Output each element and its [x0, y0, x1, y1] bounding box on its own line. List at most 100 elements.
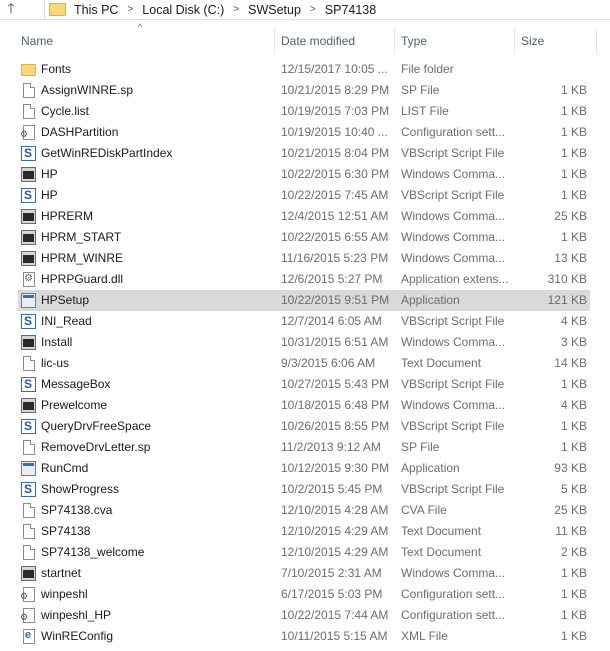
command-script-icon [21, 251, 36, 266]
address-bar: 🡑 This PC > Local Disk (C:) > SWSetup > … [0, 0, 610, 20]
file-type: LIST File [401, 104, 449, 118]
file-row[interactable]: HPRPGuard.dll 12/6/2015 5:27 PM Applicatio… [18, 269, 590, 290]
file-size: 1 KB [560, 230, 587, 244]
file-row[interactable]: QueryDrvFreeSpace 10/26/2015 8:55 PM VBScr… [18, 416, 590, 437]
file-row[interactable]: GetWinREDiskPartIndex 10/21/2015 8:04 PM V… [18, 143, 590, 164]
file-row[interactable]: SP74138 12/10/2015 4:29 AM Text Document 11… [18, 521, 590, 542]
file-row[interactable]: RunCmd 10/12/2015 9:30 PM Application 93 KB [18, 458, 590, 479]
file-type: Windows Comma... [401, 251, 506, 265]
file-size: 1 KB [560, 125, 587, 139]
file-row[interactable]: HPRM_START 10/22/2015 6:55 AM Windows Comm… [18, 227, 590, 248]
application-icon [21, 293, 36, 308]
chevron-right-icon[interactable]: > [127, 4, 133, 15]
file-size: 2 KB [560, 545, 587, 559]
file-name: MessageBox [41, 377, 111, 391]
vbscript-icon [21, 419, 36, 434]
folder-icon [21, 64, 36, 76]
file-type: Text Document [401, 356, 482, 370]
file-date-modified: 7/10/2015 2:31 AM [281, 566, 382, 580]
file-type: Text Document [401, 545, 482, 559]
file-row[interactable]: HP 10/22/2015 7:45 AM VBScript Script File… [18, 185, 590, 206]
file-date-modified: 10/21/2015 8:04 PM [281, 146, 390, 160]
column-header-size[interactable]: Size [515, 28, 595, 54]
document-icon [23, 524, 35, 539]
file-type: VBScript Script File [401, 482, 505, 496]
file-row[interactable]: SP74138.cva 12/10/2015 4:28 AM CVA File 25 … [18, 500, 590, 521]
file-date-modified: 12/6/2015 5:27 PM [281, 272, 383, 286]
column-header-type[interactable]: Type [395, 28, 513, 54]
file-type: SP File [401, 440, 440, 454]
address-box[interactable]: This PC > Local Disk (C:) > SWSetup > SP… [44, 0, 610, 19]
file-row[interactable]: Fonts 12/15/2017 10:05 ... File folder [18, 59, 590, 80]
file-row[interactable]: INI_Read 12/7/2014 6:05 AM VBScript Script… [18, 311, 590, 332]
file-row[interactable]: Cycle.list 10/19/2015 7:03 PM LIST File 1 K… [18, 101, 590, 122]
file-row[interactable]: MessageBox 10/27/2015 5:43 PM VBScript Scr… [18, 374, 590, 395]
file-name: RunCmd [41, 461, 89, 475]
file-date-modified: 10/21/2015 8:29 PM [281, 83, 390, 97]
file-type: Configuration sett... [401, 125, 506, 139]
file-type: Windows Comma... [401, 335, 506, 349]
vbscript-icon [21, 482, 36, 497]
file-row[interactable]: winpeshl 6/17/2015 5:03 PM Configuration s… [18, 584, 590, 605]
file-name: SP74138_welcome [41, 545, 145, 559]
file-row[interactable]: HPRERM 12/4/2015 12:51 AM Windows Comma...… [18, 206, 590, 227]
file-row[interactable]: DASHPartition 10/19/2015 10:40 ... Configu… [18, 122, 590, 143]
file-type: XML File [401, 629, 448, 643]
file-type: Configuration sett... [401, 608, 506, 622]
file-name: INI_Read [41, 314, 92, 328]
file-row[interactable]: HPRM_WINRE 11/16/2015 5:23 PM Windows Comm… [18, 248, 590, 269]
file-type: Windows Comma... [401, 398, 506, 412]
file-row[interactable]: lic-us 9/3/2015 6:06 AM Text Document 14 KB [18, 353, 590, 374]
breadcrumb-swsetup[interactable]: SWSetup [248, 3, 301, 17]
application-icon [21, 461, 36, 476]
file-date-modified: 10/19/2015 10:40 ... [281, 125, 388, 139]
file-size: 1 KB [560, 377, 587, 391]
command-script-icon [21, 209, 36, 224]
file-type: VBScript Script File [401, 188, 505, 202]
file-size: 93 KB [554, 461, 587, 475]
column-header-date-modified[interactable]: Date modified [275, 28, 393, 54]
file-name: AssignWINRE.sp [41, 83, 134, 97]
file-row[interactable]: ShowProgress 10/2/2015 5:45 PM VBScript Sc… [18, 479, 590, 500]
file-type: VBScript Script File [401, 419, 505, 433]
file-type: VBScript Script File [401, 314, 505, 328]
command-script-icon [21, 398, 36, 413]
command-script-icon [21, 566, 36, 581]
file-name: GetWinREDiskPartIndex [41, 146, 173, 160]
file-row[interactable]: HPSetup 10/22/2015 9:51 PM Application 121 … [18, 290, 590, 311]
file-row[interactable]: SP74138_welcome 12/10/2015 4:29 AM Text Do… [18, 542, 590, 563]
file-row[interactable]: AssignWINRE.sp 10/21/2015 8:29 PM SP File 1… [18, 80, 590, 101]
file-size: 14 KB [554, 356, 587, 370]
file-date-modified: 10/31/2015 6:51 AM [281, 335, 389, 349]
file-type: VBScript Script File [401, 377, 505, 391]
column-divider[interactable] [596, 28, 597, 54]
file-row[interactable]: winpeshl_HP 10/22/2015 7:44 AM Configurati… [18, 605, 590, 626]
up-arrow-icon[interactable]: 🡑 [0, 0, 22, 19]
file-name: HPRERM [41, 209, 94, 223]
file-row[interactable]: Install 10/31/2015 6:51 AM Windows Comma..… [18, 332, 590, 353]
chevron-right-icon[interactable]: > [233, 4, 239, 15]
file-row[interactable]: Prewelcome 10/18/2015 6:48 PM Windows Comm… [18, 395, 590, 416]
file-row[interactable]: startnet 7/10/2015 2:31 AM Windows Comma..… [18, 563, 590, 584]
column-header-name[interactable]: Name [15, 28, 273, 54]
dll-icon [23, 272, 35, 287]
file-type: Configuration sett... [401, 587, 506, 601]
chevron-right-icon[interactable]: > [310, 4, 316, 15]
file-row[interactable]: HP 10/22/2015 6:30 PM Windows Comma... 1 KB [18, 164, 590, 185]
file-size: 1 KB [560, 608, 587, 622]
file-name: lic-us [41, 356, 70, 370]
file-date-modified: 11/2/2013 9:12 AM [281, 440, 381, 454]
scrollbar[interactable] [602, 20, 610, 651]
breadcrumb-sp74138[interactable]: SP74138 [325, 3, 376, 17]
file-type: SP File [401, 83, 440, 97]
file-date-modified: 12/7/2014 6:05 AM [281, 314, 382, 328]
file-date-modified: 10/22/2015 7:44 AM [281, 608, 389, 622]
file-date-modified: 10/12/2015 9:30 PM [281, 461, 390, 475]
file-row[interactable]: RemoveDrvLetter.sp 11/2/2013 9:12 AM SP Fi… [18, 437, 590, 458]
file-size: 1 KB [560, 419, 587, 433]
file-size: 13 KB [554, 251, 587, 265]
file-row[interactable]: WinREConfig 10/11/2015 5:15 AM XML File 1 K… [18, 626, 590, 647]
breadcrumb-this-pc[interactable]: This PC [74, 3, 118, 17]
file-name: HP [41, 167, 58, 181]
breadcrumb-local-disk[interactable]: Local Disk (C:) [142, 3, 224, 17]
